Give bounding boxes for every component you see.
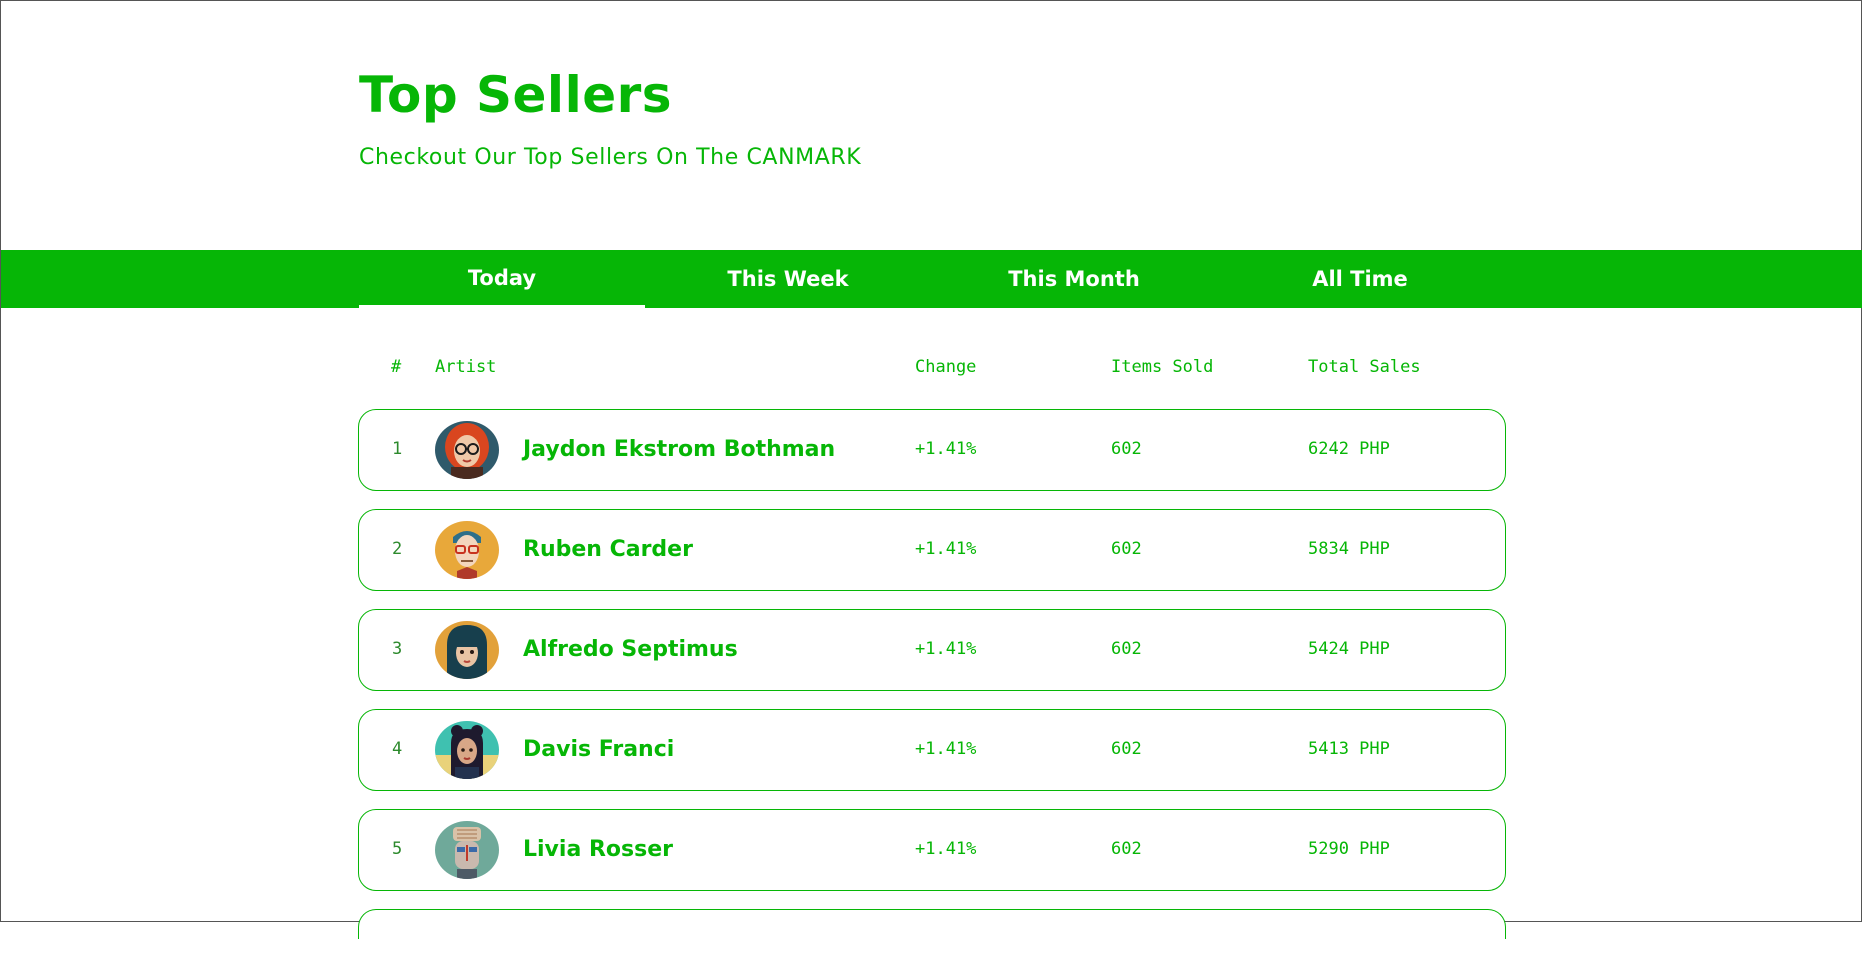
- seller-row[interactable]: 3 Alfredo Septimus +1.41% 602 5424 PHP: [358, 609, 1506, 691]
- total-sales-value: 5290 PHP: [1308, 839, 1390, 859]
- total-sales-value: 6242 PHP: [1308, 439, 1390, 459]
- column-header-rank: #: [391, 357, 402, 377]
- page-title: Top Sellers: [359, 66, 673, 124]
- change-value: +1.41%: [915, 839, 977, 859]
- total-sales-value: 5834 PHP: [1308, 539, 1390, 559]
- items-sold-value: 602: [1111, 639, 1142, 659]
- avatar: [435, 521, 499, 579]
- items-sold-value: 602: [1111, 439, 1142, 459]
- total-sales-value: 5424 PHP: [1308, 639, 1390, 659]
- avatar: [435, 721, 499, 779]
- seller-row[interactable]: 5 Livia Rosser +1.41% 602 5290 PHP: [358, 809, 1506, 891]
- items-sold-value: 602: [1111, 539, 1142, 559]
- seller-row-partial: [358, 909, 1506, 939]
- seller-rank: 5: [392, 839, 403, 859]
- table-header: # Artist Change Items Sold Total Sales: [359, 357, 1505, 381]
- seller-rank: 4: [392, 739, 403, 759]
- tab-all-time[interactable]: All Time: [1217, 250, 1503, 308]
- tab-this-month[interactable]: This Month: [931, 250, 1217, 308]
- seller-row[interactable]: 2 Ruben Carder +1.41% 602 5834 PHP: [358, 509, 1506, 591]
- tab-this-week[interactable]: This Week: [645, 250, 931, 308]
- column-header-total-sales: Total Sales: [1308, 357, 1421, 377]
- artist-name[interactable]: Ruben Carder: [523, 510, 693, 589]
- seller-row[interactable]: 4 Davis Franci +1.41% 602 5413 PHP: [358, 709, 1506, 791]
- seller-row[interactable]: 1 Jaydon Ekstrom Bothman +1.41% 602 6242…: [358, 409, 1506, 491]
- tab-today[interactable]: Today: [359, 250, 645, 308]
- avatar: [435, 821, 499, 879]
- seller-rank: 3: [392, 639, 403, 659]
- items-sold-value: 602: [1111, 739, 1142, 759]
- sellers-list: 1 Jaydon Ekstrom Bothman +1.41% 602 6242…: [358, 409, 1506, 957]
- artist-name[interactable]: Livia Rosser: [523, 810, 673, 889]
- artist-name[interactable]: Jaydon Ekstrom Bothman: [523, 410, 835, 489]
- avatar: [435, 621, 499, 679]
- items-sold-value: 602: [1111, 839, 1142, 859]
- change-value: +1.41%: [915, 639, 977, 659]
- period-tab-bar: Today This Week This Month All Time: [1, 250, 1862, 308]
- seller-rank: 1: [392, 439, 403, 459]
- change-value: +1.41%: [915, 739, 977, 759]
- change-value: +1.41%: [915, 439, 977, 459]
- page-header: Top Sellers Checkout Our Top Sellers On …: [359, 65, 861, 170]
- total-sales-value: 5413 PHP: [1308, 739, 1390, 759]
- seller-rank: 2: [392, 539, 403, 559]
- top-sellers-page: { "header": { "title": "Top Sellers", "s…: [0, 0, 1862, 939]
- page-subtitle: Checkout Our Top Sellers On The CANMARK: [359, 145, 862, 170]
- column-header-artist: Artist: [435, 357, 497, 377]
- change-value: +1.41%: [915, 539, 977, 559]
- column-header-items-sold: Items Sold: [1111, 357, 1214, 377]
- column-header-change: Change: [915, 357, 977, 377]
- avatar: [435, 421, 499, 479]
- artist-name[interactable]: Davis Franci: [523, 710, 674, 789]
- artist-name[interactable]: Alfredo Septimus: [523, 610, 738, 689]
